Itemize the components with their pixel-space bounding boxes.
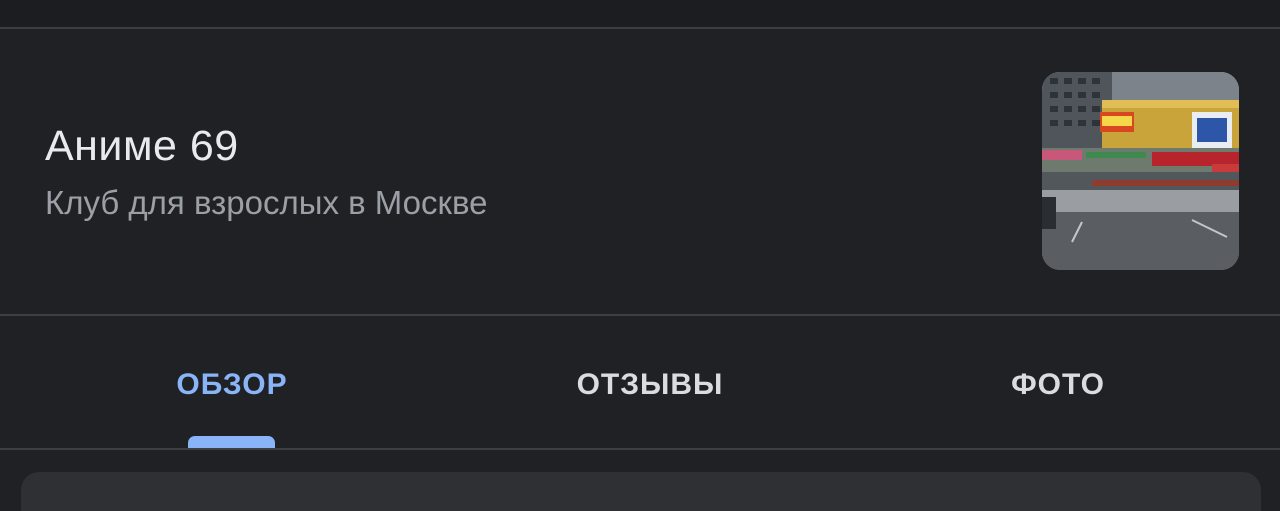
overview-card bbox=[21, 472, 1261, 511]
tab-reviews[interactable]: ОТЗЫВЫ bbox=[577, 368, 724, 402]
top-bar bbox=[0, 0, 1280, 28]
tab-overview[interactable]: ОБЗОР bbox=[176, 368, 287, 402]
place-thumbnail[interactable] bbox=[1042, 72, 1239, 270]
divider-top bbox=[0, 27, 1280, 29]
place-category: Клуб для взрослых в Москве bbox=[45, 184, 488, 221]
place-title: Аниме 69 bbox=[45, 122, 239, 170]
place-sheet: Аниме 69 Клуб для взрослых в Москве ОБЗО… bbox=[0, 0, 1280, 511]
storefront-photo bbox=[1042, 72, 1239, 270]
divider-header bbox=[0, 314, 1280, 316]
tab-photos[interactable]: ФОТО bbox=[1011, 368, 1105, 402]
divider-tabs bbox=[0, 448, 1280, 450]
